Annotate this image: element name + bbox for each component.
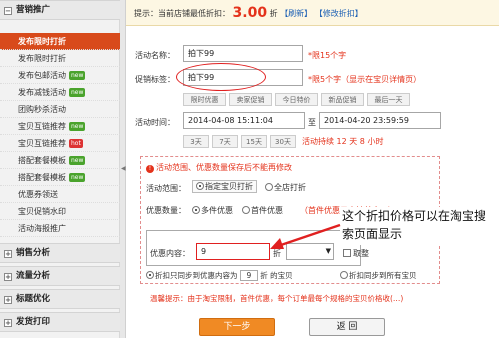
scope-selected-option[interactable]: 指定宝贝打折 xyxy=(192,180,257,193)
activity-name-input[interactable]: 拍下99 xyxy=(183,45,303,62)
expand-icon: + xyxy=(4,296,12,304)
duration-3d[interactable]: 3天 xyxy=(183,135,209,148)
checkbox-icon xyxy=(343,249,351,257)
sidebar: − 营销推广 发布限时打折 发布限时打折 发布包邮活动 new 发布减钱活动 new … xyxy=(0,0,120,338)
round-checkbox[interactable]: 取整 xyxy=(343,248,369,259)
sidebar-item[interactable]: 宝贝互链推荐 hot xyxy=(0,135,120,152)
name-hint: *限15个字 xyxy=(308,51,347,60)
section-marketing[interactable]: − 营销推广 xyxy=(0,0,120,20)
chevron-left-icon: ◀ xyxy=(121,165,126,172)
first-item-option[interactable]: 首件优惠 xyxy=(242,205,283,216)
sidebar-item-flash-discount[interactable]: 发布限时打折 xyxy=(0,33,120,50)
section-sales[interactable]: + 销售分析 xyxy=(0,243,120,263)
duration-7d[interactable]: 7天 xyxy=(212,135,238,148)
tag-option[interactable]: 限时优惠 xyxy=(183,93,226,106)
duration-30d[interactable]: 30天 xyxy=(270,135,296,148)
sync-option-all[interactable]: 折扣同步到所有宝贝 xyxy=(340,270,417,281)
radio-selected-icon xyxy=(146,271,154,279)
sidebar-item[interactable]: 发布限时打折 xyxy=(0,50,120,67)
min-discount: 3.00 xyxy=(232,5,268,21)
tag-option[interactable]: 最后一天 xyxy=(367,93,410,106)
new-badge: new xyxy=(69,71,86,80)
discount-value-input[interactable]: 9 xyxy=(196,243,270,260)
multi-item-option[interactable]: 多件优惠 xyxy=(192,205,233,216)
section-shipping[interactable]: + 发货打印 xyxy=(0,312,120,332)
radio-selected-icon xyxy=(196,182,204,190)
tag-option[interactable]: 新品促销 xyxy=(321,93,364,106)
time-label: 活动时间： xyxy=(135,118,175,127)
sidebar-item[interactable]: 宝贝互链推荐 new xyxy=(0,118,120,135)
scope-whole-store-option[interactable]: 全店打折 xyxy=(265,182,306,193)
expand-icon: + xyxy=(4,319,12,327)
warm-tip: 温馨提示：由于淘宝限制，首件优惠，每个订单最每个规格的宝贝价格收(…) xyxy=(150,294,404,303)
modify-discount-link[interactable]: 【修改折扣】 xyxy=(315,9,363,18)
section-title[interactable]: + 标题优化 xyxy=(0,289,120,309)
section-traffic[interactable]: + 流量分析 xyxy=(0,266,120,286)
annotation-arrow xyxy=(270,223,341,249)
new-badge: new xyxy=(69,173,86,182)
remaining-duration: 活动持续 12 天 8 小时 xyxy=(302,137,384,146)
refresh-link[interactable]: 【刷新】 xyxy=(280,9,312,18)
tip-bar: 提示：当前店铺最低折扣： 3.00 折 【刷新】 【修改折扣】 xyxy=(126,0,499,26)
radio-icon xyxy=(340,271,348,279)
sidebar-item[interactable]: 宝贝促销水印 xyxy=(0,203,120,220)
collapse-icon: − xyxy=(4,7,12,15)
sidebar-item[interactable]: 发布减钱活动 new xyxy=(0,84,120,101)
sidebar-item[interactable]: 活动海报推广 xyxy=(0,220,120,237)
back-button[interactable]: 返 回 xyxy=(309,318,385,336)
sidebar-item[interactable]: 团购秒杀活动 xyxy=(0,101,120,118)
expand-icon: + xyxy=(4,273,12,281)
tag-option[interactable]: 今日特价 xyxy=(275,93,318,106)
start-time-input[interactable]: 2014-04-08 15:11:04 xyxy=(183,112,305,129)
sidebar-item[interactable]: 搭配套餐模板 new xyxy=(0,169,120,186)
sidebar-item[interactable]: 优惠券领送 xyxy=(0,186,120,203)
warning-icon: ! xyxy=(146,165,154,173)
tag-label: 促销标签： xyxy=(135,75,175,84)
hot-badge: hot xyxy=(69,139,83,148)
new-badge: new xyxy=(69,122,86,131)
highlight-ellipse xyxy=(176,63,266,91)
radio-icon xyxy=(242,206,250,214)
screen: − 营销推广 发布限时打折 发布限时打折 发布包邮活动 new 发布减钱活动 new … xyxy=(0,0,499,338)
radio-icon xyxy=(265,183,273,191)
new-badge: new xyxy=(69,88,86,97)
duration-15d[interactable]: 15天 xyxy=(241,135,267,148)
sidebar-item[interactable]: 发布包邮活动 new xyxy=(0,67,120,84)
notice-text: ! 活动范围、优惠数量保存后不能再修改 xyxy=(146,162,292,173)
tag-hint: *限5个字（显示在宝贝详情页） xyxy=(308,75,422,84)
tip-text: 提示：当前店铺最低折扣： xyxy=(134,9,230,18)
sidebar-toggle[interactable]: ◀ xyxy=(120,0,126,338)
radio-selected-icon xyxy=(192,206,200,214)
name-label: 活动名称： xyxy=(135,51,175,60)
sync-option-partial[interactable]: 折扣只同步到优惠内容为 9 折 的宝贝 xyxy=(146,270,293,281)
end-time-input[interactable]: 2014-04-20 23:59:59 xyxy=(319,112,441,129)
sidebar-item[interactable]: 搭配套餐模板 new xyxy=(0,152,120,169)
annotation-text: 这个折扣价格可以在淘宝搜索页面显示 xyxy=(340,207,496,245)
tag-option[interactable]: 卖家促销 xyxy=(229,93,272,106)
new-badge: new xyxy=(69,156,86,165)
next-step-button[interactable]: 下一步 xyxy=(199,318,275,336)
expand-icon: + xyxy=(4,250,12,258)
